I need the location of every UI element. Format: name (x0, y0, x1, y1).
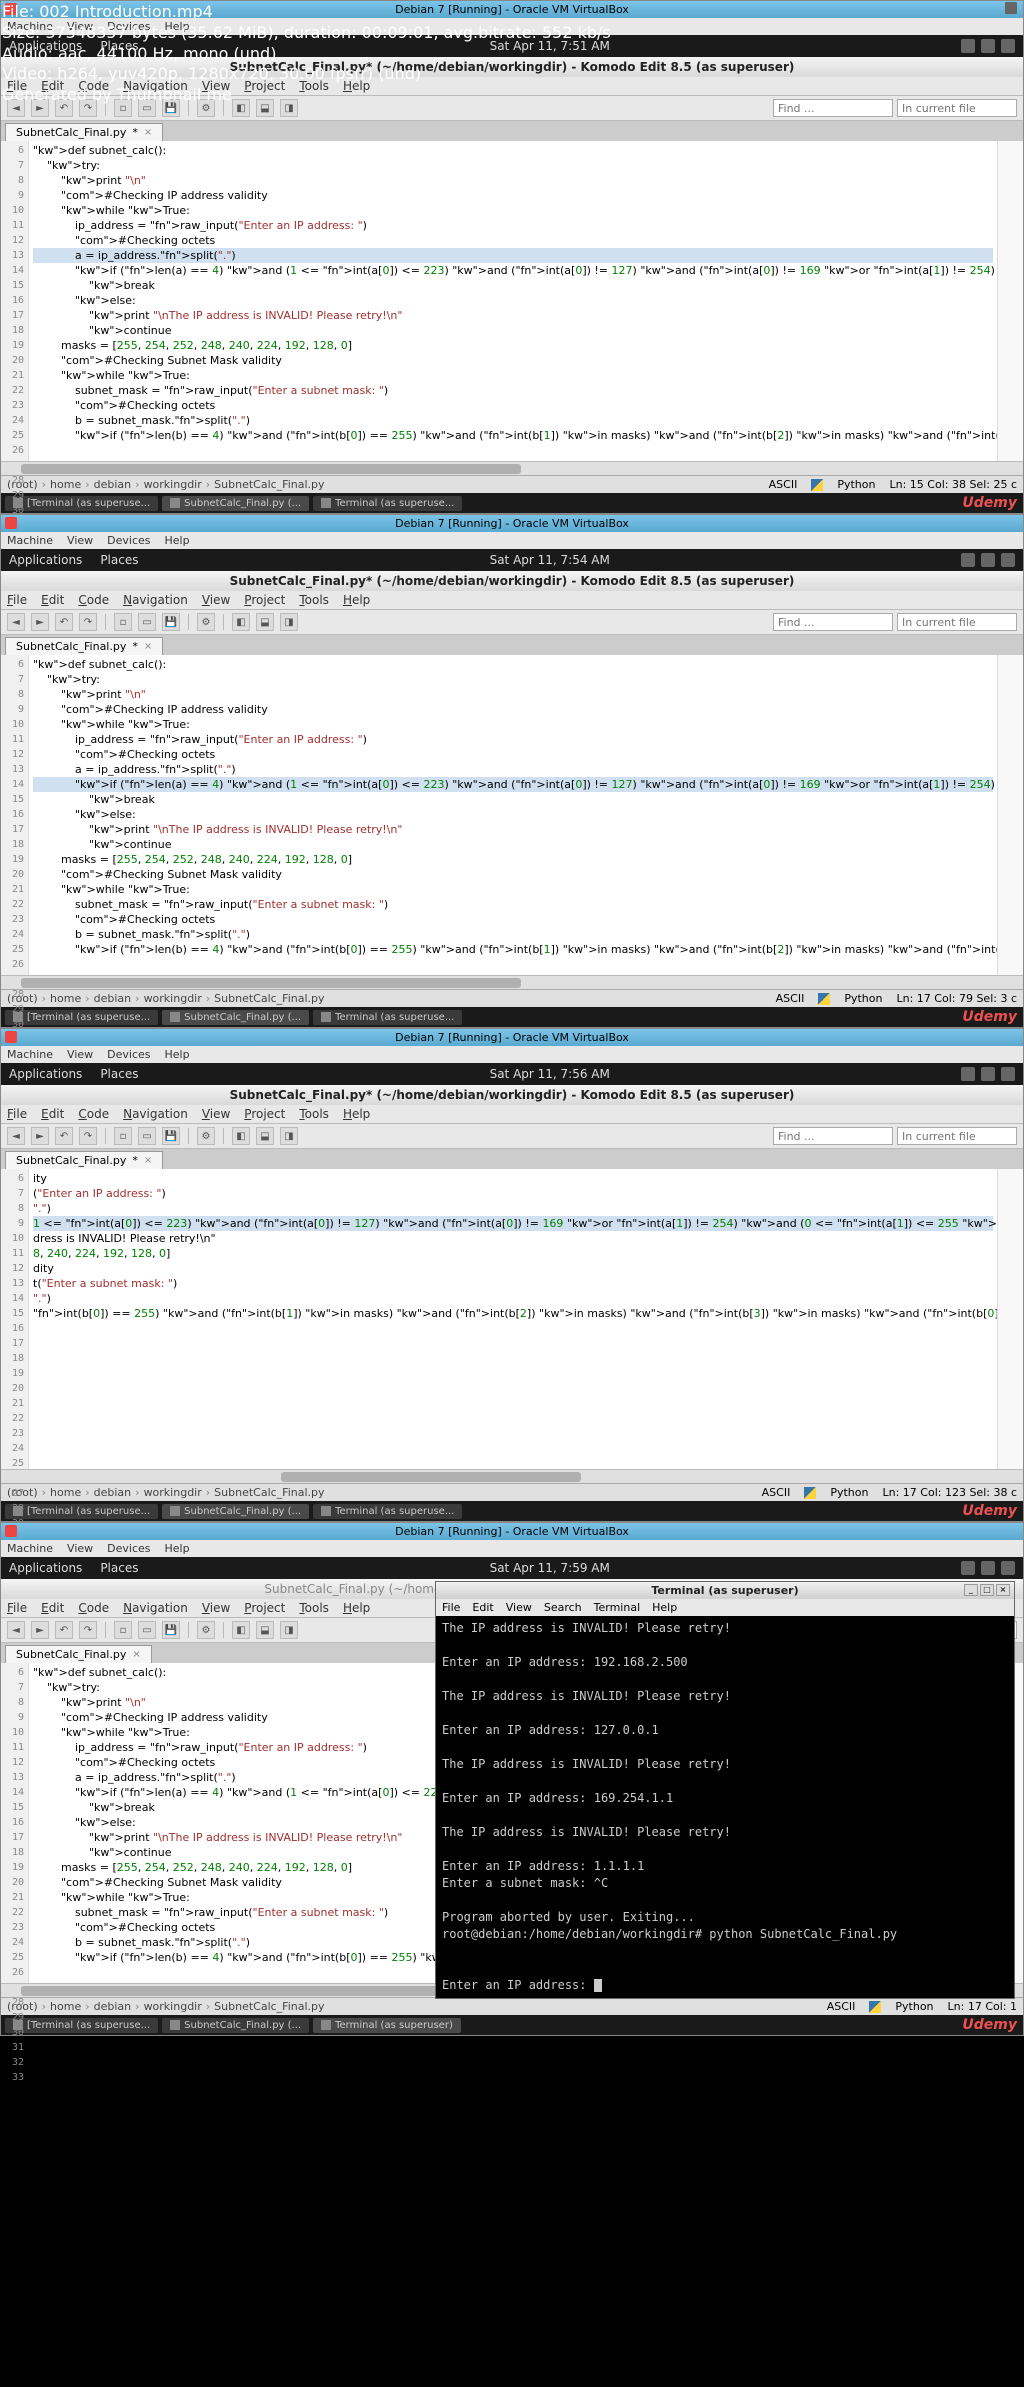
language[interactable]: Python (837, 478, 875, 491)
find-scope[interactable] (897, 99, 1017, 117)
overlay-file: File: 002 Introduction.mp4 (2, 2, 611, 23)
task-komodo[interactable]: SubnetCalc_Final.py (... (162, 496, 309, 511)
terminal-titlebar[interactable]: Terminal (as superuser) _ □ × (436, 1582, 1014, 1599)
terminal-body[interactable]: The IP address is INVALID! Please retry!… (436, 1616, 1014, 1998)
python-icon (811, 479, 823, 491)
terminal-window[interactable]: Terminal (as superuser) _ □ × File Edit … (435, 1581, 1015, 1999)
close-button[interactable]: × (996, 1584, 1010, 1596)
cursor-pos: Ln: 15 Col: 38 Sel: 25 c (889, 478, 1017, 491)
tab-modified: * (132, 126, 138, 139)
frame-3: Debian 7 [Running] - Oracle VM VirtualBo… (0, 1028, 1024, 1522)
taskbar: [Terminal (as superuse... SubnetCalc_Fin… (1, 493, 1023, 513)
minimap[interactable] (997, 141, 1023, 461)
tab-label: SubnetCalc_Final.py (16, 126, 126, 139)
editor-tab[interactable]: SubnetCalc_Final.py * × (5, 123, 163, 141)
close-icon[interactable]: × (144, 127, 152, 138)
network-icon[interactable] (981, 39, 995, 53)
task-terminal2[interactable]: Terminal (as superuse... (313, 496, 462, 511)
overlay-video: Video: h264, yuv420p, 1280x720, 30.00 fp… (2, 64, 611, 85)
tab-bar: SubnetCalc_Final.py * × (1, 121, 1023, 141)
maximize-button[interactable]: □ (980, 1584, 994, 1596)
clock[interactable]: Sat Apr 11, 7:56 AM (138, 1067, 961, 1081)
line-gutter: 6789101112131415161718192021222324252627… (1, 141, 29, 461)
find-input[interactable] (773, 99, 893, 117)
volume-icon[interactable] (961, 39, 975, 53)
overlay-size: Size: 37348357 bytes (35.62 MiB), durati… (2, 23, 611, 44)
editor[interactable]: 6789101112131415161718192021222324252627… (1, 141, 1023, 461)
overlay-audio: Audio: aac, 44100 Hz, mono (und) (2, 44, 611, 65)
breadcrumb[interactable]: (root)› home› debian› workingdir› Subnet… (7, 478, 325, 491)
clock[interactable]: Sat Apr 11, 7:54 AM (138, 553, 961, 567)
frame-2: Debian 7 [Running] - Oracle VM VirtualBo… (0, 514, 1024, 1028)
udemy-watermark: Udemy (962, 495, 1017, 511)
encoding[interactable]: ASCII (769, 478, 798, 491)
status-bar: (root)› home› debian› workingdir› Subnet… (1, 475, 1023, 493)
task-terminal1[interactable]: [Terminal (as superuse... (5, 496, 158, 511)
code-area[interactable]: "kw">def subnet_calc(): "kw">try: "kw">p… (29, 141, 997, 461)
clock[interactable]: Sat Apr 11, 7:59 AM (138, 1561, 961, 1575)
power-icon[interactable] (1001, 39, 1015, 53)
minimize-button[interactable]: _ (964, 1584, 978, 1596)
h-scrollbar[interactable] (1, 461, 1023, 475)
vbox-status-icons (1005, 2, 1017, 14)
frame-4: Debian 7 [Running] - Oracle VM VirtualBo… (0, 1522, 1024, 2036)
overlay-gen: Generated by Thumbnail me (2, 85, 611, 106)
terminal-menu: File Edit View Search Terminal Help (436, 1599, 1014, 1616)
